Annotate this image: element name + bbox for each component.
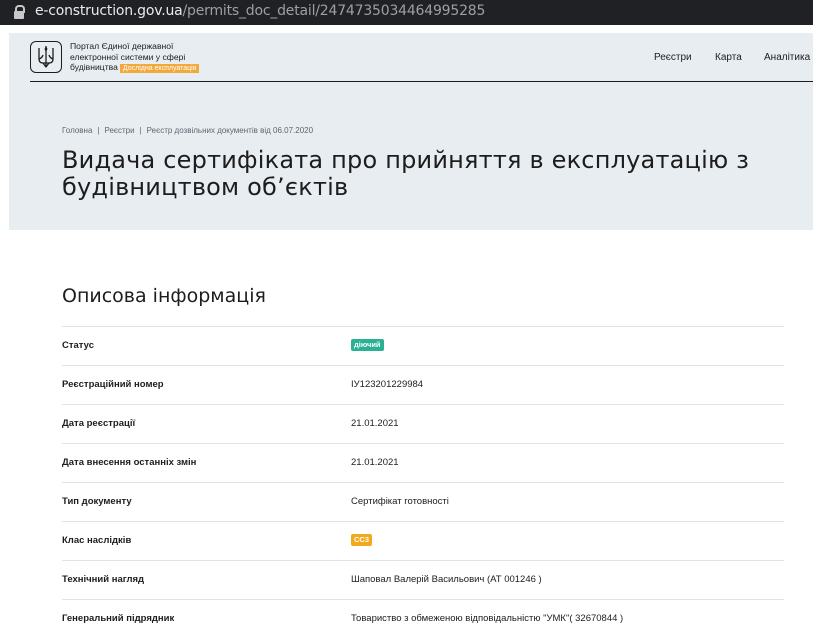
header-divider — [30, 81, 813, 82]
breadcrumb-home[interactable]: Головна — [62, 126, 92, 135]
row-label: Статус — [62, 340, 95, 351]
page-title-line1: Видача сертифіката про прийняття в експл… — [62, 146, 750, 174]
info-row-consequence-class: Клас наслідків СС3 — [62, 521, 784, 560]
url-host: e-construction.gov.ua — [35, 3, 183, 19]
row-value: Шаповал Валерій Васильович (АТ 001246 ) — [351, 574, 542, 585]
url-path: /permits_doc_detail/2474735034464995285 — [182, 3, 486, 19]
url-text[interactable]: e-construction.gov.ua/permits_doc_detail… — [35, 3, 485, 19]
row-label: Генеральний підрядник — [62, 613, 175, 624]
trident-icon — [38, 46, 54, 68]
trial-operation-badge: Дослідна експлуатація — [119, 64, 200, 73]
breadcrumb-permits-registry[interactable]: Реєстр дозвільних документів від 06.07.2… — [147, 126, 313, 135]
info-row-registration-number: Реєстраційний номер ІУ123201229984 — [62, 365, 784, 404]
info-row-general-contractor: Генеральний підрядник Товариство з обмеж… — [62, 599, 784, 638]
row-label: Реєстраційний номер — [62, 379, 164, 390]
row-value: Товариство з обмеженою відповідальністю … — [351, 613, 624, 624]
page-title-line2: будівництвом об’єктів — [62, 173, 349, 201]
nav-analytics[interactable]: Аналітика — [764, 52, 810, 63]
row-value: ІУ123201229984 — [351, 379, 424, 390]
section-title: Описова інформація — [62, 285, 266, 307]
breadcrumb-separator: | — [97, 126, 100, 135]
portal-logo[interactable] — [30, 41, 62, 73]
row-value: 21.01.2021 — [351, 418, 399, 429]
info-row-status: Статус діючий — [62, 326, 784, 365]
portal-name-line1: Портал Єдиної державної — [70, 41, 174, 51]
row-value: Сертифікат готовності — [351, 496, 449, 507]
row-label: Тип документу — [62, 496, 132, 507]
info-row-technical-supervision: Технічний нагляд Шаповал Валерій Васильо… — [62, 560, 784, 599]
status-badge: діючий — [351, 339, 384, 351]
breadcrumb: Головна | Реєстри | Реєстр дозвільних до… — [62, 126, 313, 135]
portal-name-line3: будівництва — [70, 62, 118, 72]
row-value: 21.01.2021 — [351, 457, 399, 468]
lock-icon — [14, 5, 25, 19]
browser-address-bar[interactable]: e-construction.gov.ua/permits_doc_detail… — [0, 0, 813, 25]
info-table: Статус діючий Реєстраційний номер ІУ1232… — [62, 326, 784, 638]
portal-name[interactable]: Портал Єдиної державної електронної сист… — [70, 41, 240, 73]
row-label: Клас наслідків — [62, 535, 132, 546]
page-title: Видача сертифіката про прийняття в експл… — [62, 147, 813, 201]
nav-map[interactable]: Карта — [715, 52, 742, 63]
consequence-class-badge: СС3 — [351, 534, 373, 546]
info-row-last-change-date: Дата внесення останніх змін 21.01.2021 — [62, 443, 784, 482]
nav-registries[interactable]: Реєстри — [654, 52, 692, 63]
breadcrumb-registries[interactable]: Реєстри — [104, 126, 134, 135]
info-row-document-type: Тип документу Сертифікат готовності — [62, 482, 784, 521]
info-row-registration-date: Дата реєстрації 21.01.2021 — [62, 404, 784, 443]
row-label: Дата внесення останніх змін — [62, 457, 197, 468]
portal-name-line2: електронної системи у сфері — [70, 51, 186, 62]
row-label: Дата реєстрації — [62, 418, 136, 429]
breadcrumb-separator: | — [139, 126, 142, 135]
row-label: Технічний нагляд — [62, 574, 145, 585]
